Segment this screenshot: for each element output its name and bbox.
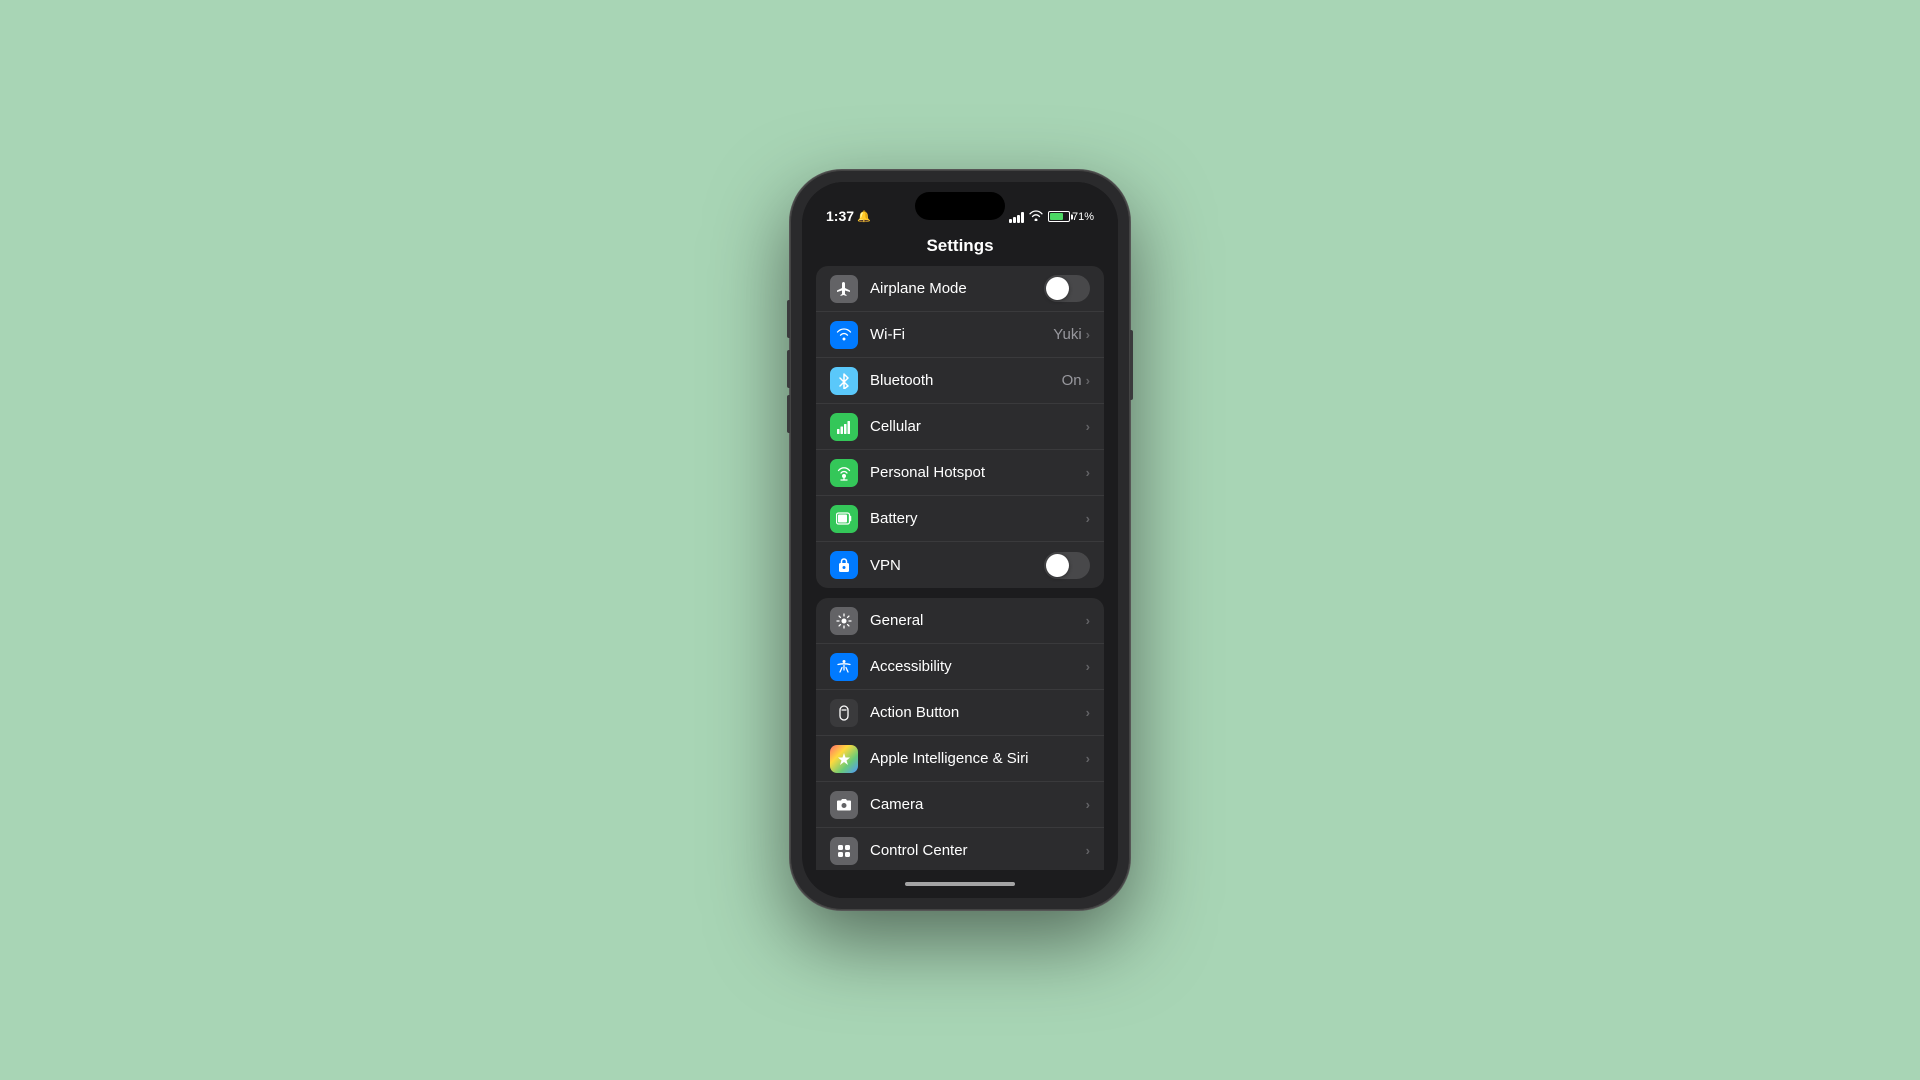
action-button-chevron: › <box>1086 705 1090 720</box>
general-chevron: › <box>1086 613 1090 628</box>
control-center-label: Control Center <box>870 842 1086 859</box>
row-action-button[interactable]: Action Button › <box>816 690 1104 736</box>
phone-screen: 1:37 🔔 71% <box>802 182 1118 898</box>
row-personal-hotspot[interactable]: Personal Hotspot › <box>816 450 1104 496</box>
row-vpn[interactable]: VPN <box>816 542 1104 588</box>
status-icons: 71% <box>1009 209 1094 224</box>
vpn-label: VPN <box>870 557 1044 574</box>
apple-intelligence-label: Apple Intelligence & Siri <box>870 750 1086 767</box>
row-accessibility[interactable]: Accessibility › <box>816 644 1104 690</box>
general-label: General <box>870 612 1086 629</box>
bluetooth-icon <box>830 367 858 395</box>
battery-settings-icon <box>830 505 858 533</box>
cellular-icon <box>830 413 858 441</box>
wifi-icon <box>1029 209 1043 224</box>
row-camera[interactable]: Camera › <box>816 782 1104 828</box>
general-icon <box>830 607 858 635</box>
section-general: General › Accessibility › <box>816 598 1104 870</box>
apple-intelligence-icon <box>830 745 858 773</box>
row-control-center[interactable]: Control Center › <box>816 828 1104 870</box>
hotspot-chevron: › <box>1086 465 1090 480</box>
status-bar: 1:37 🔔 71% <box>802 182 1118 232</box>
bell-icon: 🔔 <box>857 210 871 223</box>
row-battery[interactable]: Battery › <box>816 496 1104 542</box>
camera-icon <box>830 791 858 819</box>
signal-icon <box>1009 211 1024 223</box>
accessibility-chevron: › <box>1086 659 1090 674</box>
home-bar <box>905 882 1015 886</box>
accessibility-icon <box>830 653 858 681</box>
camera-label: Camera <box>870 796 1086 813</box>
settings-content[interactable]: Airplane Mode Wi-Fi Yuki <box>802 266 1118 870</box>
wifi-value: Yuki <box>1053 326 1081 343</box>
cellular-chevron: › <box>1086 419 1090 434</box>
airplane-mode-toggle[interactable] <box>1044 275 1090 302</box>
battery-label: Battery <box>870 510 1086 527</box>
row-wifi[interactable]: Wi-Fi Yuki › <box>816 312 1104 358</box>
row-general[interactable]: General › <box>816 598 1104 644</box>
battery-percent: 71% <box>1072 211 1094 223</box>
row-bluetooth[interactable]: Bluetooth On › <box>816 358 1104 404</box>
battery-chevron: › <box>1086 511 1090 526</box>
apple-intelligence-chevron: › <box>1086 751 1090 766</box>
vpn-toggle[interactable] <box>1044 552 1090 579</box>
hotspot-label: Personal Hotspot <box>870 464 1086 481</box>
wifi-label: Wi-Fi <box>870 326 1053 343</box>
airplane-mode-label: Airplane Mode <box>870 280 1044 297</box>
row-airplane-mode[interactable]: Airplane Mode <box>816 266 1104 312</box>
bluetooth-chevron: › <box>1086 373 1090 388</box>
bluetooth-label: Bluetooth <box>870 372 1062 389</box>
control-center-icon <box>830 837 858 865</box>
dynamic-island <box>915 192 1005 220</box>
home-indicator <box>802 870 1118 898</box>
action-button-icon <box>830 699 858 727</box>
status-time: 1:37 🔔 <box>826 208 871 224</box>
control-center-chevron: › <box>1086 843 1090 858</box>
page-title: Settings <box>926 236 993 255</box>
cellular-label: Cellular <box>870 418 1086 435</box>
vpn-icon <box>830 551 858 579</box>
accessibility-label: Accessibility <box>870 658 1086 675</box>
wifi-settings-icon <box>830 321 858 349</box>
phone-container: 1:37 🔔 71% <box>790 170 1130 910</box>
row-cellular[interactable]: Cellular › <box>816 404 1104 450</box>
camera-chevron: › <box>1086 797 1090 812</box>
hotspot-icon <box>830 459 858 487</box>
row-apple-intelligence[interactable]: Apple Intelligence & Siri › <box>816 736 1104 782</box>
time-text: 1:37 <box>826 208 854 224</box>
section-network: Airplane Mode Wi-Fi Yuki <box>816 266 1104 588</box>
wifi-chevron: › <box>1086 327 1090 342</box>
battery-icon: 71% <box>1048 211 1094 223</box>
airplane-mode-icon <box>830 275 858 303</box>
action-button-label: Action Button <box>870 704 1086 721</box>
bluetooth-value: On <box>1062 372 1082 389</box>
page-title-bar: Settings <box>802 232 1118 266</box>
